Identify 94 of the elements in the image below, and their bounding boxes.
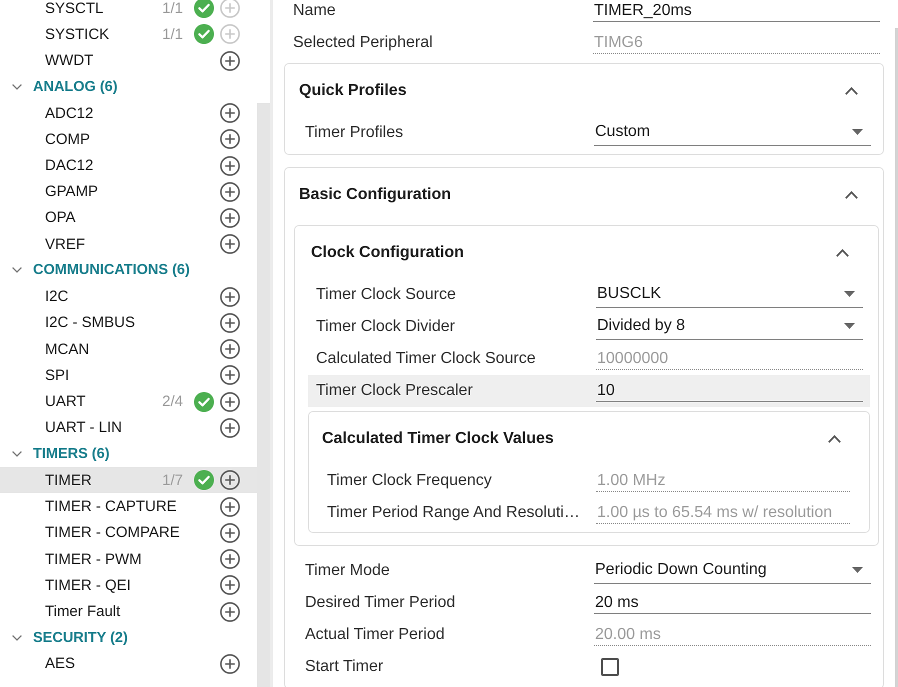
group-header[interactable]: COMMUNICATIONS (6) (0, 257, 257, 284)
field-label: Timer Clock Source (316, 286, 456, 304)
group-header[interactable]: TIMERS (6) (0, 440, 257, 468)
sidebar-item[interactable]: TIMER - COMPARE (0, 520, 257, 546)
field-label: Timer Clock Frequency (327, 472, 492, 490)
sidebar-item[interactable]: SYSCTL 1/1 (0, 0, 257, 22)
field-label: Timer Period Range And Resoluti… (327, 504, 580, 522)
count-label: 1/1 (162, 26, 183, 43)
sidebar-item[interactable]: TIMER - QEI (0, 572, 257, 598)
section-title: Quick Profiles (299, 82, 408, 100)
plus-circle-icon[interactable] (220, 286, 240, 307)
group-header[interactable]: SECURITY (2) (0, 624, 257, 651)
chevron-up-icon[interactable] (845, 190, 858, 198)
sidebar-item[interactable]: TIMER - CAPTURE (0, 493, 257, 520)
chevron-down-icon[interactable] (12, 267, 22, 274)
chevron-up-icon[interactable] (836, 248, 849, 256)
chevron-down-icon[interactable] (12, 634, 22, 641)
sidebar-item[interactable]: Timer Fault (0, 598, 257, 625)
sidebar-item[interactable]: SYSTICK 1/1 (0, 21, 257, 48)
caret-down-icon[interactable] (852, 567, 863, 573)
field-label: Timer Mode (305, 562, 390, 580)
field-label: Start Timer (305, 658, 384, 676)
readonly-field: 10000000 (596, 348, 863, 370)
plus-circle-icon[interactable] (220, 312, 240, 333)
sidebar-item[interactable]: SPI (0, 362, 257, 389)
sidebar-item[interactable]: COMP (0, 126, 257, 152)
text-field[interactable]: 20 ms (594, 592, 871, 614)
plus-circle-icon[interactable] (220, 602, 240, 622)
plus-circle-icon[interactable] (220, 103, 240, 124)
sidebar-item[interactable]: UART 2/4 (0, 388, 257, 415)
sidebar-item[interactable]: TIMER 1/7 (0, 467, 257, 494)
section-title: Clock Configuration (311, 244, 465, 262)
plus-circle-icon[interactable] (220, 392, 240, 412)
section-title: Calculated Timer Clock Values (322, 430, 555, 448)
caret-down-icon[interactable] (844, 291, 855, 297)
plus-circle-icon[interactable] (220, 522, 240, 543)
text-field[interactable]: TIMER_20ms (593, 0, 880, 22)
plus-circle-icon[interactable] (220, 418, 240, 438)
plus-circle-icon[interactable] (220, 129, 240, 150)
field-label: Desired Timer Period (305, 594, 456, 612)
sidebar-item[interactable]: DAC12 (0, 152, 257, 179)
count-label: 1/1 (162, 0, 183, 17)
readonly-field: 1.00 µs to 65.54 ms w/ resolution (596, 502, 850, 524)
plus-circle-icon[interactable] (220, 496, 240, 517)
plus-circle-icon[interactable] (220, 549, 240, 570)
plus-circle-icon[interactable] (220, 575, 240, 596)
field-label: Name (293, 2, 336, 20)
plus-circle-icon[interactable] (220, 182, 240, 202)
field-label: Timer Clock Divider (316, 318, 455, 336)
caret-down-icon[interactable] (844, 323, 855, 329)
plus-circle-icon[interactable] (220, 50, 240, 71)
field-label: Timer Clock Prescaler (316, 382, 473, 400)
field-label: Actual Timer Period (305, 626, 445, 644)
chevron-up-icon[interactable] (845, 86, 858, 94)
chevron-up-icon[interactable] (828, 434, 841, 442)
sidebar-item[interactable]: UART - LIN (0, 414, 257, 441)
field-label: Calculated Timer Clock Source (316, 350, 536, 368)
text-field[interactable]: 10 (596, 380, 863, 402)
chevron-down-icon[interactable] (12, 451, 22, 458)
field-label: Timer Profiles (305, 124, 404, 142)
sidebar-item[interactable]: I2C (0, 284, 257, 310)
field-label: Selected Peripheral (293, 34, 433, 52)
scrollbar[interactable] (257, 103, 270, 687)
section-title: Basic Configuration (299, 186, 452, 204)
plus-circle-icon[interactable] (220, 156, 240, 176)
plus-circle-icon[interactable] (220, 339, 240, 360)
group-header[interactable]: ANALOG (6) (0, 74, 257, 100)
sidebar-item[interactable]: AES (0, 650, 257, 678)
sidebar-item[interactable]: GPAMP (0, 178, 257, 205)
count-label: 1/7 (162, 472, 183, 489)
plus-circle-icon[interactable] (220, 470, 240, 490)
sidebar-item[interactable]: WWDT (0, 47, 257, 74)
sidebar-item[interactable]: VREF (0, 231, 257, 258)
caret-down-icon[interactable] (852, 129, 863, 135)
readonly-field: 1.00 MHz (596, 470, 850, 492)
plus-circle-icon[interactable] (220, 208, 240, 228)
chevron-down-icon[interactable] (12, 84, 22, 90)
sidebar-item[interactable]: TIMER - PWM (0, 546, 257, 572)
readonly-field: 20.00 ms (594, 624, 871, 646)
readonly-field: TIMG6 (593, 32, 880, 54)
sidebar-item[interactable]: MCAN (0, 336, 257, 362)
plus-circle-icon[interactable] (220, 365, 240, 386)
sidebar-item[interactable]: I2C - SMBUS (0, 310, 257, 336)
dropdown[interactable]: Divided by 8 (596, 314, 863, 340)
count-label: 2/4 (162, 393, 183, 410)
plus-circle-icon[interactable] (220, 654, 240, 674)
dropdown[interactable]: Custom (594, 120, 871, 146)
dropdown[interactable]: BUSCLK (596, 282, 863, 308)
sidebar-item[interactable]: ADC12 (0, 100, 257, 126)
sidebar-item[interactable]: OPA (0, 204, 257, 232)
checkbox[interactable] (601, 658, 619, 676)
dropdown[interactable]: Periodic Down Counting (594, 558, 871, 584)
scrollbar[interactable] (895, 28, 898, 687)
plus-circle-icon[interactable] (220, 234, 240, 254)
